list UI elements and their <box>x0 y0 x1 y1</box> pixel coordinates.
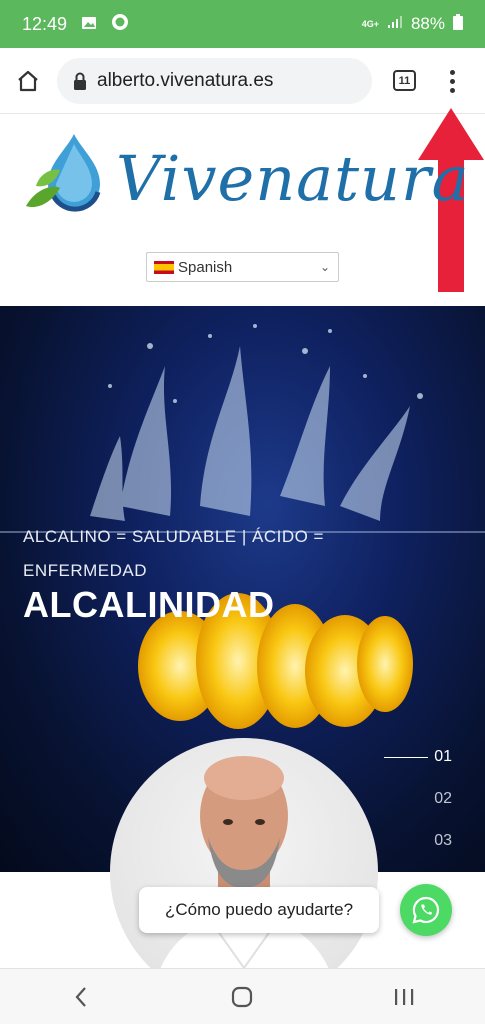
recents-icon[interactable] <box>374 972 434 1022</box>
system-nav-bar <box>0 968 485 1024</box>
language-select[interactable]: Spanish ⌄ <box>146 252 339 282</box>
slide-pagination: 01 02 03 <box>380 736 452 862</box>
circle-home-icon[interactable] <box>212 972 272 1022</box>
whatsapp-status-icon <box>111 13 129 36</box>
hero-subtitle: ALCALINO = SALUDABLE | ÁCIDO = ENFERMEDA… <box>23 527 324 580</box>
logo-wordmark: Vivenatura <box>116 141 470 215</box>
slide-indicator-3[interactable]: 03 <box>380 820 452 862</box>
gallery-icon <box>81 14 97 35</box>
chat-prompt-bubble[interactable]: ¿Cómo puedo ayudarte? <box>139 887 379 933</box>
battery-icon <box>453 13 463 35</box>
browser-toolbar: alberto.vivenatura.es 11 <box>0 48 485 114</box>
address-bar[interactable]: alberto.vivenatura.es <box>57 58 372 104</box>
status-bar: 12:49 4G+ 88% <box>0 0 485 48</box>
tab-switcher-button[interactable]: 11 <box>393 70 416 91</box>
home-icon[interactable] <box>0 53 56 109</box>
water-drop-leaf-icon <box>20 130 112 227</box>
hero-title: ALCALINIDAD <box>23 584 275 625</box>
lock-icon <box>73 72 87 90</box>
profile-avatar <box>110 738 378 1006</box>
url-text: alberto.vivenatura.es <box>97 70 274 91</box>
site-logo[interactable]: Vivenatura <box>20 128 469 228</box>
spain-flag-icon <box>154 260 174 274</box>
whatsapp-icon[interactable] <box>400 884 452 936</box>
network-label: 4G+ <box>361 19 379 29</box>
signal-icon <box>387 14 403 34</box>
chevron-down-icon: ⌄ <box>319 260 330 274</box>
status-time: 12:49 <box>22 13 68 34</box>
battery-percent: 88% <box>410 14 445 33</box>
language-value: Spanish <box>178 258 233 276</box>
more-vert-icon[interactable] <box>440 64 464 98</box>
slide-indicator-2[interactable]: 02 <box>380 778 452 820</box>
back-icon[interactable] <box>51 972 111 1022</box>
slide-indicator-1[interactable]: 01 <box>380 736 452 778</box>
